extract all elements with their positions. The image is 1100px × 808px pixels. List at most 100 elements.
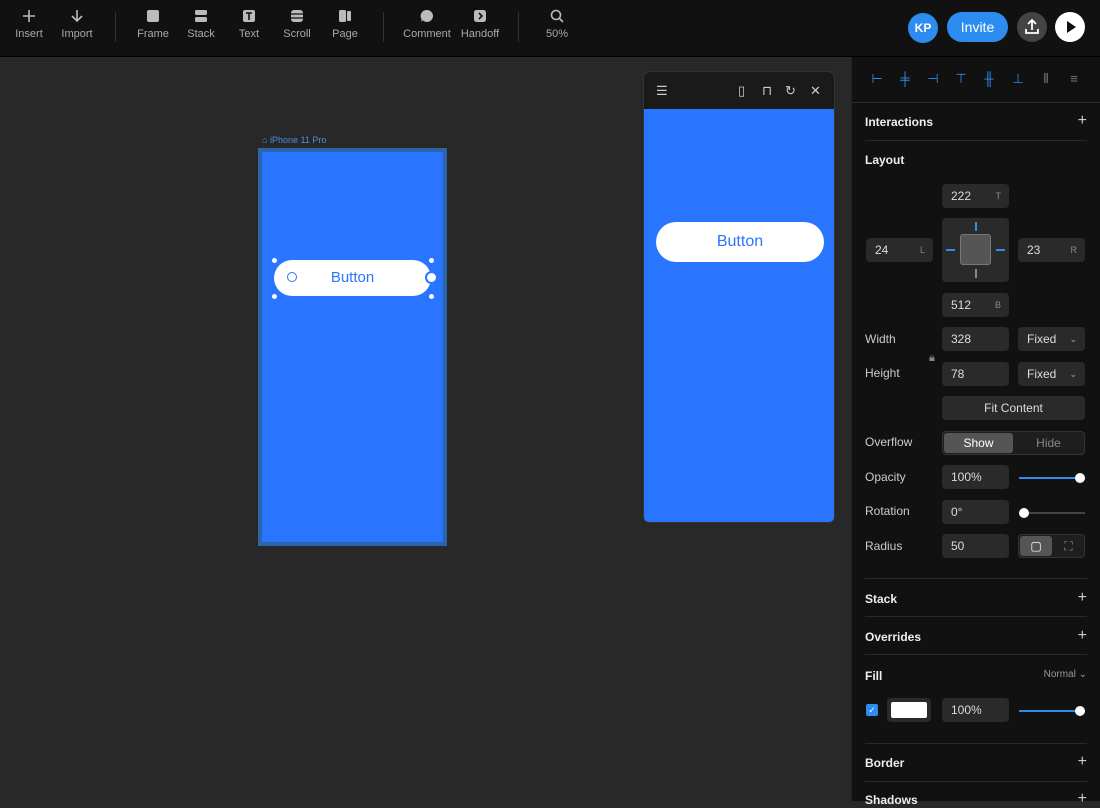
scroll-icon: [291, 10, 303, 22]
page-tool[interactable]: Page: [321, 8, 369, 41]
text-tool[interactable]: Text: [225, 8, 273, 41]
rotation-slider[interactable]: [1019, 508, 1085, 518]
scroll-tool[interactable]: Scroll: [273, 8, 321, 41]
align-right-icon[interactable]: ⊣: [926, 71, 940, 87]
constraint-right[interactable]: [996, 249, 1005, 251]
overrides-title: Overrides: [865, 630, 922, 644]
upload-button[interactable]: [1017, 12, 1047, 42]
align-left-icon[interactable]: ⊢: [870, 71, 884, 87]
fill-checkbox[interactable]: ✓: [866, 704, 878, 716]
resize-handle[interactable]: [428, 257, 435, 264]
rotation-input[interactable]: 0°: [942, 500, 1009, 524]
preview-button[interactable]: [1055, 12, 1085, 42]
rotation-slider-knob[interactable]: [1019, 508, 1029, 518]
overflow-toggle: Show Hide: [942, 431, 1085, 455]
close-icon[interactable]: ✕: [810, 83, 821, 99]
opacity-slider-knob[interactable]: [1075, 473, 1085, 483]
interaction-bolt-icon[interactable]: [425, 271, 438, 284]
distribute-h-icon[interactable]: ⫴: [1039, 71, 1053, 87]
constraint-bottom[interactable]: [975, 269, 977, 278]
device-icon[interactable]: ▯: [738, 83, 745, 99]
interactions-section[interactable]: Interactions +: [865, 112, 1087, 130]
add-override-icon[interactable]: +: [1078, 627, 1087, 645]
zoom-tool[interactable]: 50%: [533, 8, 581, 41]
border-section[interactable]: Border +: [865, 753, 1087, 771]
divider: [865, 616, 1087, 617]
constraints-box[interactable]: [942, 218, 1009, 282]
refresh-icon[interactable]: ↻: [785, 83, 796, 99]
overflow-show-option[interactable]: Show: [944, 433, 1013, 453]
interactions-title: Interactions: [865, 115, 934, 129]
add-shadow-icon[interactable]: +: [1078, 790, 1087, 808]
preview-button-element[interactable]: Button: [656, 222, 824, 262]
toolbar-divider: [383, 12, 384, 42]
iphone-frame[interactable]: [258, 148, 447, 546]
right-input[interactable]: 23 R: [1018, 238, 1085, 262]
opacity-slider[interactable]: [1019, 473, 1085, 483]
align-center-h-icon[interactable]: ╪: [898, 71, 912, 87]
aspect-lock-icon[interactable]: 🔒︎: [929, 340, 939, 376]
opacity-input[interactable]: 100%: [942, 465, 1009, 489]
add-stack-icon[interactable]: +: [1078, 589, 1087, 607]
fit-content-button[interactable]: Fit Content: [942, 396, 1085, 420]
blend-mode-select[interactable]: Normal ⌄: [1044, 669, 1087, 680]
radius-individual-corners-icon[interactable]: ⛶: [1053, 536, 1084, 556]
left-input[interactable]: 24 L: [866, 238, 933, 262]
insert-tool[interactable]: Insert: [5, 8, 53, 41]
resize-handle[interactable]: [271, 293, 278, 300]
align-top-icon[interactable]: ⊤: [954, 71, 968, 87]
stack-icon: [195, 10, 207, 22]
frame-title-text: iPhone 11 Pro: [269, 135, 327, 145]
resize-handle[interactable]: [428, 293, 435, 300]
top-input[interactable]: 222 T: [942, 184, 1009, 208]
align-center-v-icon[interactable]: ╫: [982, 71, 996, 87]
radius-input[interactable]: 50: [942, 534, 1009, 558]
overflow-hide-option[interactable]: Hide: [1014, 433, 1083, 453]
frame-title[interactable]: ⌂ iPhone 11 Pro: [262, 135, 326, 145]
scroll-label: Scroll: [283, 28, 311, 40]
avatar[interactable]: KP: [908, 13, 938, 43]
width-mode-select[interactable]: Fixed ⌄: [1018, 327, 1085, 351]
fill-color-swatch[interactable]: [887, 698, 931, 722]
constraint-left[interactable]: [946, 249, 955, 251]
fill-slider-knob[interactable]: [1075, 706, 1085, 716]
distribute-v-icon[interactable]: ≡: [1067, 71, 1081, 87]
handoff-tool[interactable]: Handoff: [456, 8, 504, 41]
align-bottom-icon[interactable]: ⊥: [1011, 71, 1025, 87]
link-icon[interactable]: [287, 272, 297, 282]
shadows-section[interactable]: Shadows +: [865, 790, 1087, 808]
comment-tool[interactable]: Comment: [403, 8, 451, 41]
divider: [865, 781, 1087, 782]
radius-all-corners-icon[interactable]: ▢: [1020, 536, 1052, 556]
fill-opacity-input[interactable]: 100%: [942, 698, 1009, 722]
add-interaction-icon[interactable]: +: [1078, 112, 1087, 130]
arrow-down-icon: [71, 10, 83, 23]
frame-tool[interactable]: Frame: [129, 8, 177, 41]
resize-handle[interactable]: [271, 257, 278, 264]
stack-tool[interactable]: Stack: [177, 8, 225, 41]
plus-icon: [23, 10, 35, 22]
blend-mode-value: Normal: [1043, 669, 1076, 680]
overrides-section[interactable]: Overrides +: [865, 627, 1087, 645]
divider: [865, 654, 1087, 655]
constraint-top[interactable]: [975, 222, 977, 231]
add-border-icon[interactable]: +: [1078, 753, 1087, 771]
height-mode-select[interactable]: Fixed ⌄: [1018, 362, 1085, 386]
height-input[interactable]: 78: [942, 362, 1009, 386]
layout-section: Layout: [865, 153, 1087, 167]
frame-icon: [147, 10, 159, 22]
menu-icon[interactable]: ☰: [656, 83, 668, 99]
width-input[interactable]: 328: [942, 327, 1009, 351]
invite-button[interactable]: Invite: [947, 12, 1008, 42]
comment-label: Comment: [403, 28, 451, 40]
radius-label: Radius: [865, 539, 903, 553]
fill-opacity-slider[interactable]: [1019, 706, 1085, 716]
selected-button[interactable]: Button: [274, 260, 431, 296]
stack-section[interactable]: Stack +: [865, 589, 1087, 607]
stack-title: Stack: [865, 592, 898, 606]
comment-icon: [420, 9, 433, 22]
import-tool[interactable]: Import: [53, 8, 101, 41]
bottom-input[interactable]: 512 B: [942, 293, 1009, 317]
lock-icon[interactable]: ⊓: [762, 83, 772, 99]
fill-opacity-value: 100%: [951, 703, 982, 717]
